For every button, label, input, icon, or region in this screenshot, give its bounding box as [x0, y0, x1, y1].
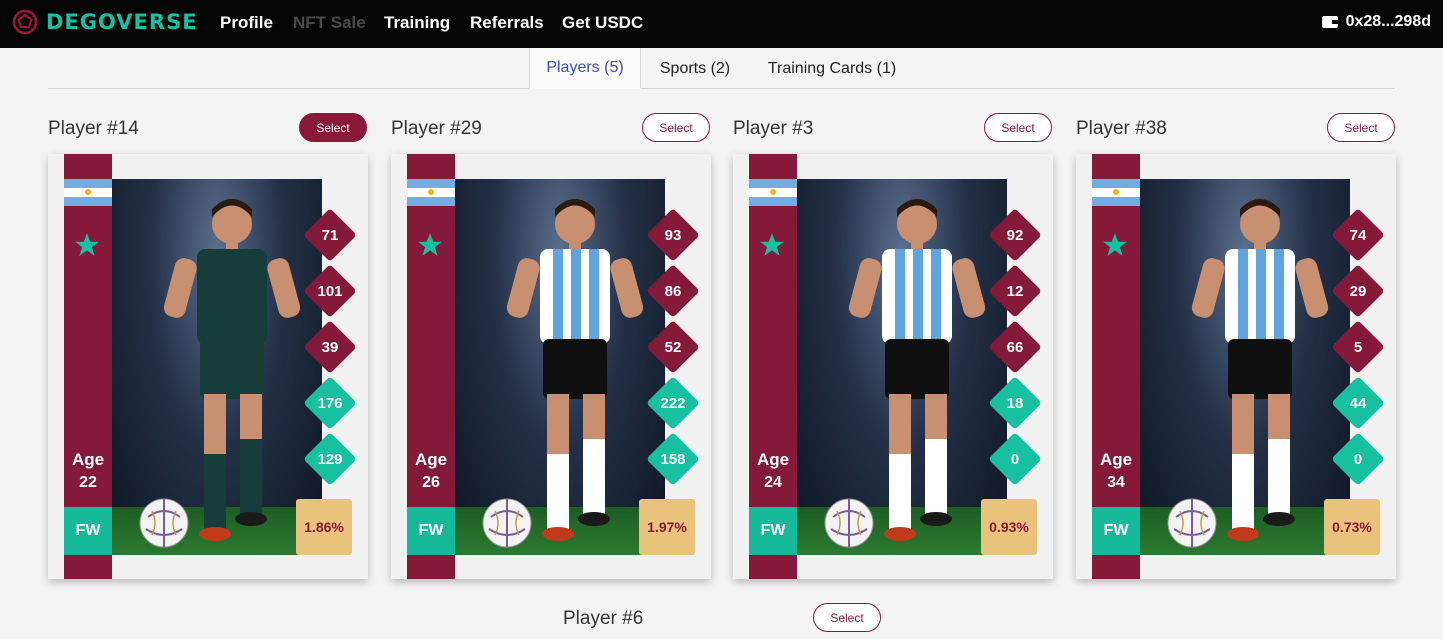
select-button[interactable]: Select — [1327, 113, 1395, 142]
age-value: 22 — [79, 474, 97, 491]
stat-diamond: 86 — [646, 264, 700, 318]
stat-diamond: 222 — [646, 376, 700, 430]
stat-diamond: 101 — [303, 264, 357, 318]
nav-link-nft-sale[interactable]: NFT Sale — [293, 13, 366, 33]
nav-link-profile[interactable]: Profile — [220, 13, 273, 33]
percentage-badge: 1.86% — [296, 499, 352, 555]
nav-link-training[interactable]: Training — [384, 13, 450, 33]
player-card[interactable]: Age 34 FW 0.73% 74 29 5 44 0 — [1076, 154, 1396, 579]
stat-diamond: 12 — [988, 264, 1042, 318]
stat-value: 44 — [1349, 394, 1367, 412]
stat-value: 52 — [664, 338, 682, 356]
stat-diamond: 92 — [988, 208, 1042, 262]
player-title: Player #38 — [1076, 118, 1167, 139]
stat-diamond: 71 — [303, 208, 357, 262]
stat-diamond: 66 — [988, 320, 1042, 374]
percentage-badge: 0.93% — [981, 499, 1037, 555]
stat-value: 0 — [1010, 450, 1020, 468]
select-button[interactable]: Select — [813, 603, 881, 632]
player-title: Player #29 — [391, 118, 482, 139]
age-label: Age — [71, 450, 105, 469]
star-icon — [760, 233, 784, 256]
age-label: Age — [1099, 450, 1133, 469]
stat-diamond: 129 — [303, 432, 357, 486]
position-badge: FW — [1092, 507, 1140, 555]
stat-value: 71 — [321, 226, 339, 244]
position-badge: FW — [64, 507, 112, 555]
player-title: Player #14 — [48, 118, 139, 139]
soccer-ball-icon — [1167, 498, 1217, 548]
stat-value: 18 — [1006, 394, 1024, 412]
stat-value: 129 — [317, 450, 343, 468]
stat-value: 5 — [1353, 338, 1363, 356]
player-title: Player #3 — [733, 118, 814, 139]
player-card[interactable]: Age 26 FW 1.97% 93 86 52 222 158 — [391, 154, 711, 579]
star-icon — [75, 233, 99, 256]
stat-value: 222 — [660, 394, 686, 412]
stat-value: 92 — [1006, 226, 1024, 244]
logo-icon — [12, 9, 38, 35]
stat-value: 176 — [317, 394, 343, 412]
top-navbar: DEGOVERSE Profile NFT Sale Training Refe… — [0, 0, 1443, 48]
soccer-ball-icon — [482, 498, 532, 548]
percentage-badge: 0.73% — [1324, 499, 1380, 555]
age-value: 24 — [764, 474, 782, 491]
age-label: Age — [414, 450, 448, 469]
star-icon — [1103, 233, 1127, 256]
stat-value: 74 — [1349, 226, 1367, 244]
player-card[interactable]: Age 22 FW 1.86% 71 101 39 176 129 — [48, 154, 368, 579]
argentina-flag-icon — [749, 179, 797, 206]
stat-diamond: 18 — [988, 376, 1042, 430]
stat-diamond: 52 — [646, 320, 700, 374]
stat-value: 93 — [664, 226, 682, 244]
stat-value: 101 — [317, 282, 343, 300]
position-badge: FW — [407, 507, 455, 555]
stat-diamond: 0 — [988, 432, 1042, 486]
stat-value: 39 — [321, 338, 339, 356]
percentage-badge: 1.97% — [639, 499, 695, 555]
logo-text: DEGOVERSE — [46, 10, 198, 34]
soccer-ball-icon — [139, 498, 189, 548]
stat-value: 29 — [1349, 282, 1367, 300]
argentina-flag-icon — [407, 179, 455, 206]
age-value: 26 — [422, 474, 440, 491]
nav-link-get-usdc[interactable]: Get USDC — [562, 13, 643, 33]
stat-diamond: 44 — [1331, 376, 1385, 430]
stat-value: 0 — [1353, 450, 1363, 468]
stat-diamond: 39 — [303, 320, 357, 374]
age-label: Age — [756, 450, 790, 469]
stat-diamond: 93 — [646, 208, 700, 262]
tab-training-cards[interactable]: Training Cards (1) — [757, 48, 907, 89]
stat-diamond: 0 — [1331, 432, 1385, 486]
argentina-flag-icon — [64, 179, 112, 206]
stat-diamond: 5 — [1331, 320, 1385, 374]
select-button[interactable]: Select — [642, 113, 710, 142]
soccer-ball-icon — [824, 498, 874, 548]
select-button[interactable]: Select — [984, 113, 1052, 142]
tab-players[interactable]: Players (5) — [529, 48, 641, 89]
stat-diamond: 74 — [1331, 208, 1385, 262]
wallet-button[interactable]: 0x28...298d — [1321, 13, 1431, 31]
wallet-address: 0x28...298d — [1345, 13, 1431, 30]
player-card[interactable]: Age 24 FW 0.93% 92 12 66 18 0 — [733, 154, 1053, 579]
logo[interactable]: DEGOVERSE — [12, 9, 198, 35]
position-badge: FW — [749, 507, 797, 555]
stat-value: 66 — [1006, 338, 1024, 356]
stat-value: 86 — [664, 282, 682, 300]
player-title: Player #6 — [563, 608, 644, 629]
stat-diamond: 158 — [646, 432, 700, 486]
argentina-flag-icon — [1092, 179, 1140, 206]
star-icon — [418, 233, 442, 256]
age-value: 34 — [1107, 474, 1125, 491]
select-button[interactable]: Select — [299, 113, 367, 142]
nav-link-referrals[interactable]: Referrals — [470, 13, 544, 33]
tab-sports[interactable]: Sports (2) — [648, 48, 742, 89]
wallet-icon — [1321, 16, 1338, 28]
stat-value: 158 — [660, 450, 686, 468]
stat-diamond: 176 — [303, 376, 357, 430]
stat-value: 12 — [1006, 282, 1024, 300]
stat-diamond: 29 — [1331, 264, 1385, 318]
